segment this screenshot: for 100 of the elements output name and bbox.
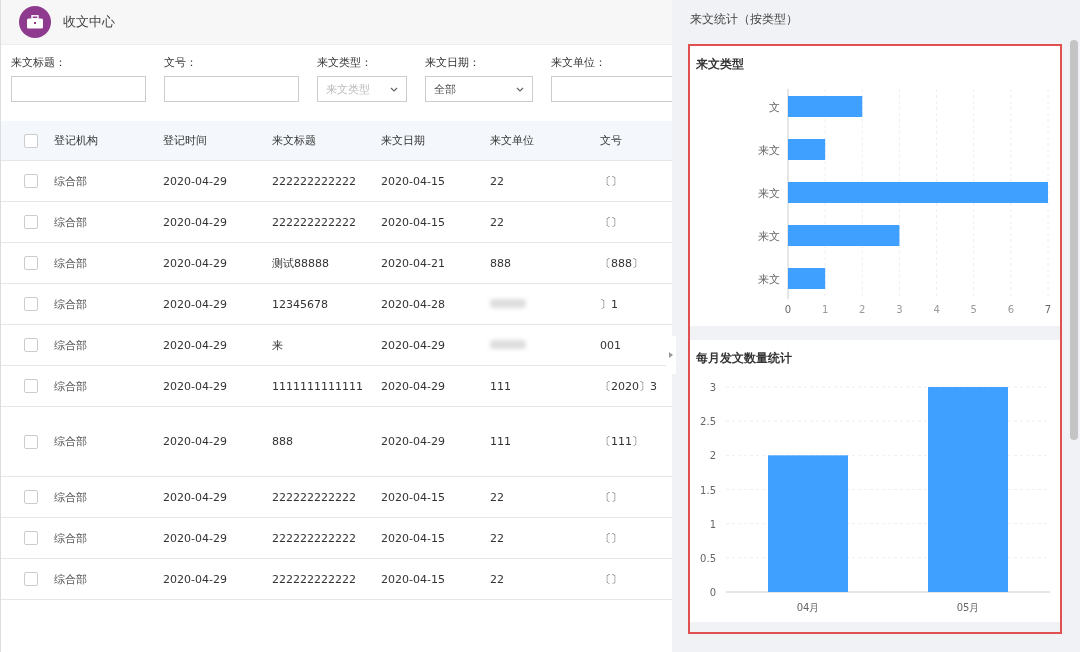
table-cell: 综合部 xyxy=(54,256,87,270)
filter-label: 文号： xyxy=(164,55,198,70)
table-cell: 测试88888 xyxy=(272,256,329,270)
table-cell: 〕1 xyxy=(600,297,618,311)
chevron-down-icon xyxy=(516,86,524,92)
filter-label: 来文单位： xyxy=(551,55,607,70)
toolbox-icon xyxy=(19,6,51,38)
table-cell: 2020-04-29 xyxy=(163,215,227,229)
table-cell: 2020-04-15 xyxy=(381,215,445,229)
table-cell: 〔〕 xyxy=(600,531,622,545)
column-header[interactable]: 登记机构 xyxy=(54,134,98,147)
table-cell: 222222222222 xyxy=(272,572,356,586)
table-cell: 2020-04-29 xyxy=(163,256,227,270)
axis-tick-label: 1 xyxy=(821,304,829,315)
table-cell: 111 xyxy=(490,379,511,393)
category-label: 来文 xyxy=(758,230,780,243)
table-cell: 综合部 xyxy=(54,435,87,448)
table-cell: 来 xyxy=(272,338,283,352)
table-cell: 综合部 xyxy=(54,490,87,504)
row-checkbox[interactable] xyxy=(24,490,38,504)
table-cell: 222222222222 xyxy=(272,531,356,545)
table-cell: 2020-04-29 xyxy=(163,572,227,586)
table-cell: 2020-04-29 xyxy=(381,435,445,448)
table-cell: 1111111111111 xyxy=(272,379,363,393)
filter-label: 来文类型： xyxy=(317,55,373,70)
table-cell: 12345678 xyxy=(272,297,328,311)
table-cell: 综合部 xyxy=(54,379,87,393)
blurred-text xyxy=(490,298,526,308)
row-checkbox[interactable] xyxy=(24,379,38,393)
column-header[interactable]: 来文标题 xyxy=(272,134,316,147)
table-cell: 综合部 xyxy=(54,215,87,229)
row-checkbox[interactable] xyxy=(24,434,38,449)
table-cell: 2020-04-28 xyxy=(381,297,445,311)
row-checkbox[interactable] xyxy=(24,174,38,188)
table-cell: 2020-04-15 xyxy=(381,490,445,504)
table-cell: 2020-04-29 xyxy=(163,435,227,448)
input-field[interactable] xyxy=(164,76,299,102)
input-field[interactable] xyxy=(11,76,146,102)
page-title: 收文中心 xyxy=(63,13,115,31)
table-cell: 综合部 xyxy=(54,174,87,188)
table-cell: 111 xyxy=(490,435,511,448)
column-header[interactable]: 来文日期 xyxy=(381,134,425,147)
chart-title: 每月发文数量统计 xyxy=(696,350,793,367)
table-cell: 2020-04-15 xyxy=(381,572,445,586)
column-header[interactable]: 登记时间 xyxy=(163,134,207,147)
table-cell: 〔〕 xyxy=(600,490,622,504)
axis-tick-label: 2.5 xyxy=(700,416,716,428)
category-label: 文 xyxy=(769,101,780,114)
axis-tick-label: 1.5 xyxy=(700,484,716,496)
axis-tick-label: 5 xyxy=(970,304,977,315)
bar xyxy=(788,139,826,160)
input-field[interactable] xyxy=(551,76,672,102)
filter-label: 来文标题： xyxy=(11,55,67,70)
category-label: 来文 xyxy=(758,273,780,286)
category-label: 04月 xyxy=(796,602,820,613)
row-checkbox[interactable] xyxy=(24,338,38,352)
row-checkbox[interactable] xyxy=(24,297,38,311)
table-cell: 〔〕 xyxy=(600,572,622,586)
row-checkbox[interactable] xyxy=(24,256,38,270)
table-cell: 22 xyxy=(490,215,504,229)
table-cell: 222222222222 xyxy=(272,215,356,229)
column-header[interactable]: 文号 xyxy=(600,134,622,147)
bar xyxy=(788,268,826,289)
axis-tick-label: 0.5 xyxy=(700,552,716,564)
table-cell: 222222222222 xyxy=(272,174,356,188)
category-label: 来文 xyxy=(758,187,780,200)
table-cell: 222222222222 xyxy=(272,490,356,504)
axis-tick-label: 0 xyxy=(709,587,716,598)
axis-tick-label: 4 xyxy=(933,304,940,315)
table-cell: 22 xyxy=(490,531,504,545)
table-cell: 2020-04-29 xyxy=(163,338,227,352)
table-cell: 2020-04-21 xyxy=(381,256,445,270)
table-cell: 22 xyxy=(490,572,504,586)
table-cell: 〔888〕 xyxy=(600,256,643,270)
row-checkbox[interactable] xyxy=(24,572,38,586)
table-cell: 2020-04-29 xyxy=(163,174,227,188)
axis-tick-label: 7 xyxy=(1044,304,1052,315)
table-cell: 2020-04-29 xyxy=(381,338,445,352)
select-all-checkbox[interactable] xyxy=(24,133,38,148)
table-cell: 综合部 xyxy=(54,297,87,311)
category-label: 来文 xyxy=(758,144,780,157)
axis-tick-label: 3 xyxy=(896,304,903,315)
table-cell: 综合部 xyxy=(54,572,87,586)
axis-tick-label: 0 xyxy=(784,304,792,315)
select-field[interactable]: 全部 xyxy=(425,76,533,102)
table-cell: 2020-04-29 xyxy=(163,531,227,545)
row-checkbox[interactable] xyxy=(24,215,38,229)
row-checkbox[interactable] xyxy=(24,531,38,545)
table-cell: 〔〕 xyxy=(600,215,622,229)
filter-label: 来文日期： xyxy=(425,55,481,70)
table-cell: 〔2020〕3 xyxy=(600,379,657,393)
column-header[interactable]: 来文单位 xyxy=(490,134,534,147)
table-cell: 2020-04-29 xyxy=(381,379,445,393)
table-cell: 〔111〕 xyxy=(600,435,643,448)
table-cell: 〔〕 xyxy=(600,174,622,188)
table-cell: 2020-04-29 xyxy=(163,379,227,393)
table-cell: 001 xyxy=(600,338,621,352)
axis-tick-label: 1 xyxy=(709,518,716,530)
table-cell: 2020-04-29 xyxy=(163,297,227,311)
scrollbar[interactable] xyxy=(1070,40,1078,440)
